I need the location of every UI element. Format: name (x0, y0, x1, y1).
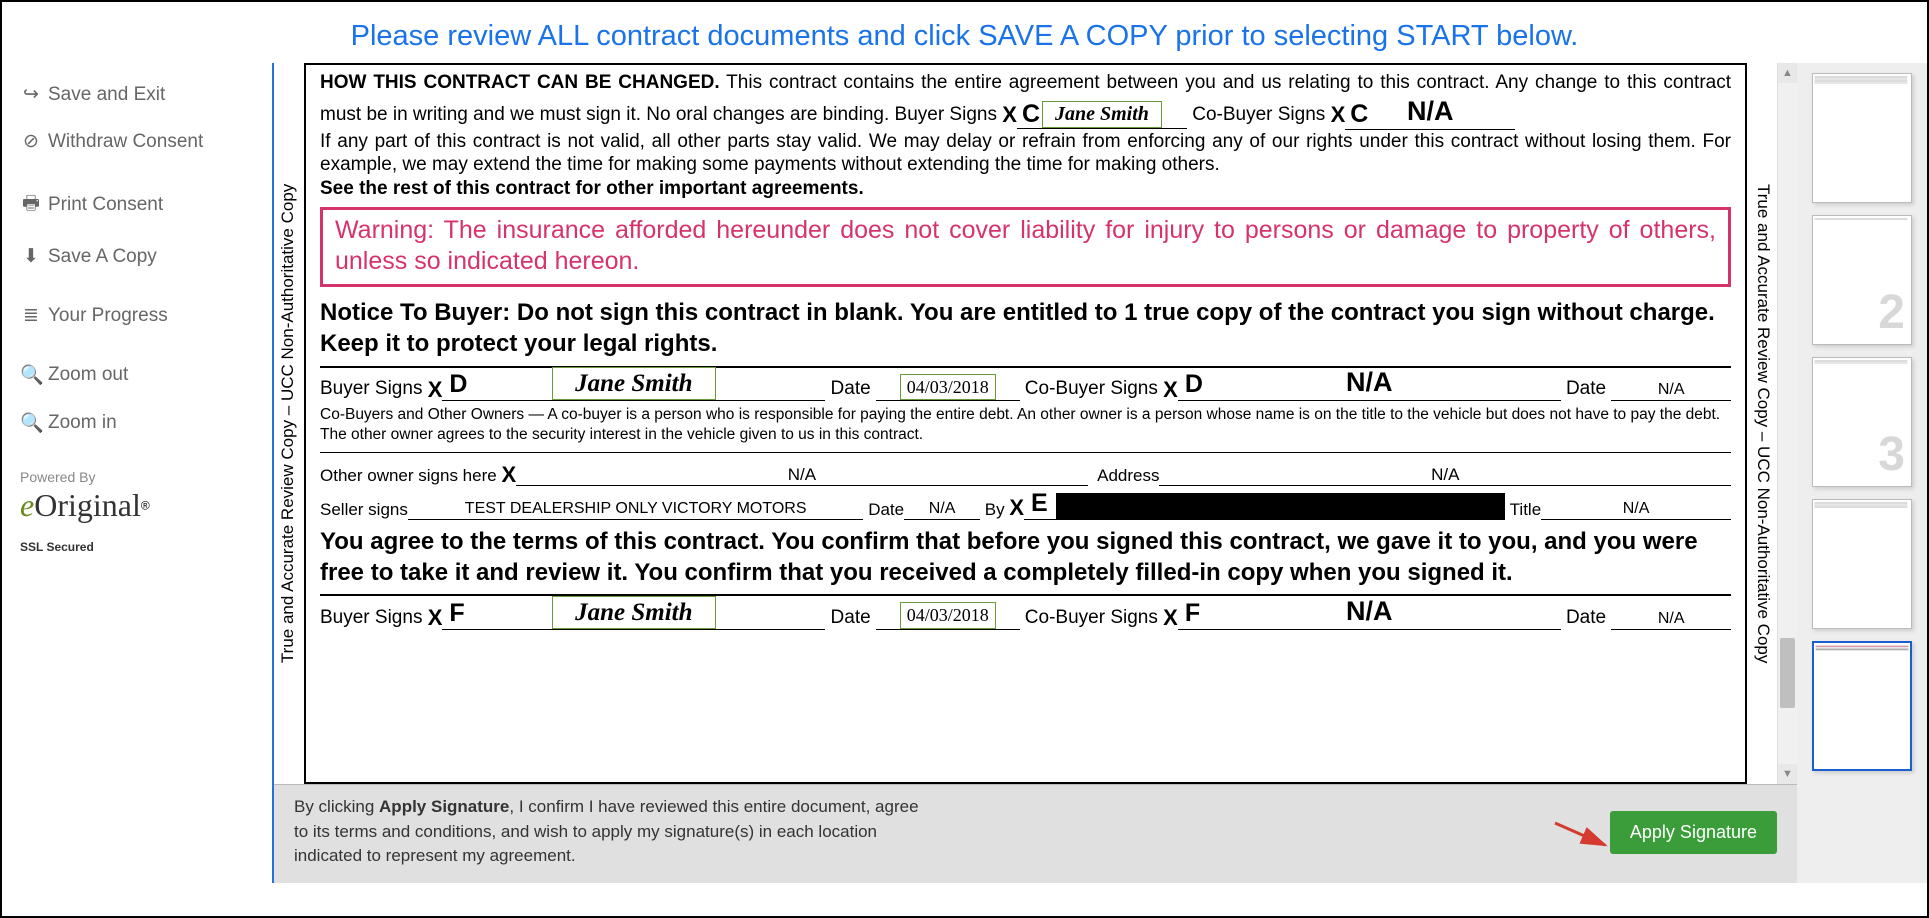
document-area: True and Accurate Review Copy – UCC Non-… (272, 63, 1797, 883)
withdraw-consent-button[interactable]: ⊘ Withdraw Consent (20, 118, 271, 165)
thumbnail-page-5[interactable] (1812, 641, 1912, 771)
sidebar-label: Print Consent (48, 194, 163, 216)
ssl-secured-label: SSL Secured (20, 540, 271, 554)
agreement-confirmation: You agree to the terms of this contract.… (320, 526, 1731, 588)
print-icon: 🖶 (20, 189, 42, 221)
redacted-seller-signature (1056, 493, 1505, 519)
sidebar-label: Save A Copy (48, 246, 157, 268)
zoom-out-button[interactable]: 🔍 Zoom out (20, 351, 271, 399)
review-banner: Please review ALL contract documents and… (2, 2, 1927, 63)
cobuyer-definition: Co-Buyers and Other Owners — A co-buyer … (320, 405, 1731, 444)
save-copy-button[interactable]: ⬇ Save A Copy (20, 233, 271, 280)
apply-signature-button[interactable]: Apply Signature (1610, 811, 1777, 854)
signature-footer: By clicking Apply Signature, I confirm I… (274, 784, 1797, 883)
zoom-in-icon: 🔍 (20, 411, 42, 435)
seller-row: Seller signs TEST DEALERSHIP ONLY VICTOR… (320, 490, 1731, 520)
buyer-signature-f[interactable]: Jane Smith (552, 596, 715, 629)
sidebar-label: Zoom out (48, 364, 128, 386)
zoom-out-icon: 🔍 (20, 363, 42, 387)
save-exit-button[interactable]: ↪ Save and Exit (20, 71, 271, 118)
print-consent-button[interactable]: 🖶 Print Consent (20, 177, 271, 233)
other-owner-row: Other owner signs here X N/A Address N/A (320, 457, 1731, 487)
side-watermark-right: True and Accurate Review Copy – UCC Non-… (1749, 63, 1777, 784)
side-watermark-left: True and Accurate Review Copy – UCC Non-… (274, 63, 302, 784)
sidebar: ↪ Save and Exit ⊘ Withdraw Consent 🖶 Print … (2, 63, 272, 883)
scroll-up-icon[interactable]: ▲ (1778, 63, 1797, 83)
ban-icon: ⊘ (20, 130, 42, 153)
buyer-date-f: 04/03/2018 (900, 602, 996, 629)
thumbnail-page-2[interactable]: 2 (1812, 215, 1912, 345)
cobuyer-na-d: N/A (1346, 366, 1393, 400)
zoom-in-button[interactable]: 🔍 Zoom in (20, 399, 271, 447)
powered-by-label: Powered By (20, 469, 271, 487)
sidebar-label: Zoom in (48, 412, 117, 434)
scroll-thumb[interactable] (1780, 638, 1795, 708)
contract-page: HOW THIS CONTRACT CAN BE CHANGED. This c… (304, 63, 1747, 784)
signature-row-f: Buyer Signs X FJane Smith Date 04/03/201… (320, 600, 1731, 630)
insurance-warning: Warning: The insurance afforded hereunde… (320, 207, 1731, 288)
footer-text: By clicking Apply Signature, I confirm I… (294, 795, 927, 869)
buyer-signature-d[interactable]: Jane Smith (552, 367, 715, 400)
download-icon: ⬇ (20, 245, 42, 268)
thumbnail-page-1[interactable] (1812, 73, 1912, 203)
sidebar-label: Save and Exit (48, 84, 165, 106)
your-progress-button[interactable]: ≣ Your Progress (20, 292, 271, 339)
section-heading: HOW THIS CONTRACT CAN BE CHANGED. (320, 72, 720, 93)
signature-row-d: Buyer Signs X DJane Smith Date 04/03/201… (320, 372, 1731, 402)
list-icon: ≣ (20, 304, 42, 327)
sidebar-label: Your Progress (48, 305, 168, 327)
cobuyer-na-f: N/A (1346, 595, 1393, 629)
thumbnail-page-3[interactable]: 3 (1812, 357, 1912, 487)
buyer-signature-c[interactable]: Jane Smith (1042, 101, 1162, 128)
exit-icon: ↪ (20, 83, 42, 106)
document-scrollbar[interactable]: ▲ ▼ (1777, 63, 1797, 784)
buyer-date-d: 04/03/2018 (900, 374, 996, 401)
scroll-down-icon[interactable]: ▼ (1778, 764, 1797, 784)
sidebar-label: Withdraw Consent (48, 131, 203, 153)
cobuyer-na-c: N/A (1407, 96, 1454, 126)
eoriginal-logo: eOriginal® (20, 487, 271, 524)
thumbnail-page-4[interactable] (1812, 499, 1912, 629)
pointer-arrow-icon (1560, 825, 1615, 855)
page-thumbnails: 2 3 (1797, 63, 1927, 883)
notice-to-buyer: Notice To Buyer: Do not sign this contra… (320, 297, 1731, 359)
main-container: ↪ Save and Exit ⊘ Withdraw Consent 🖶 Print … (2, 63, 1927, 883)
